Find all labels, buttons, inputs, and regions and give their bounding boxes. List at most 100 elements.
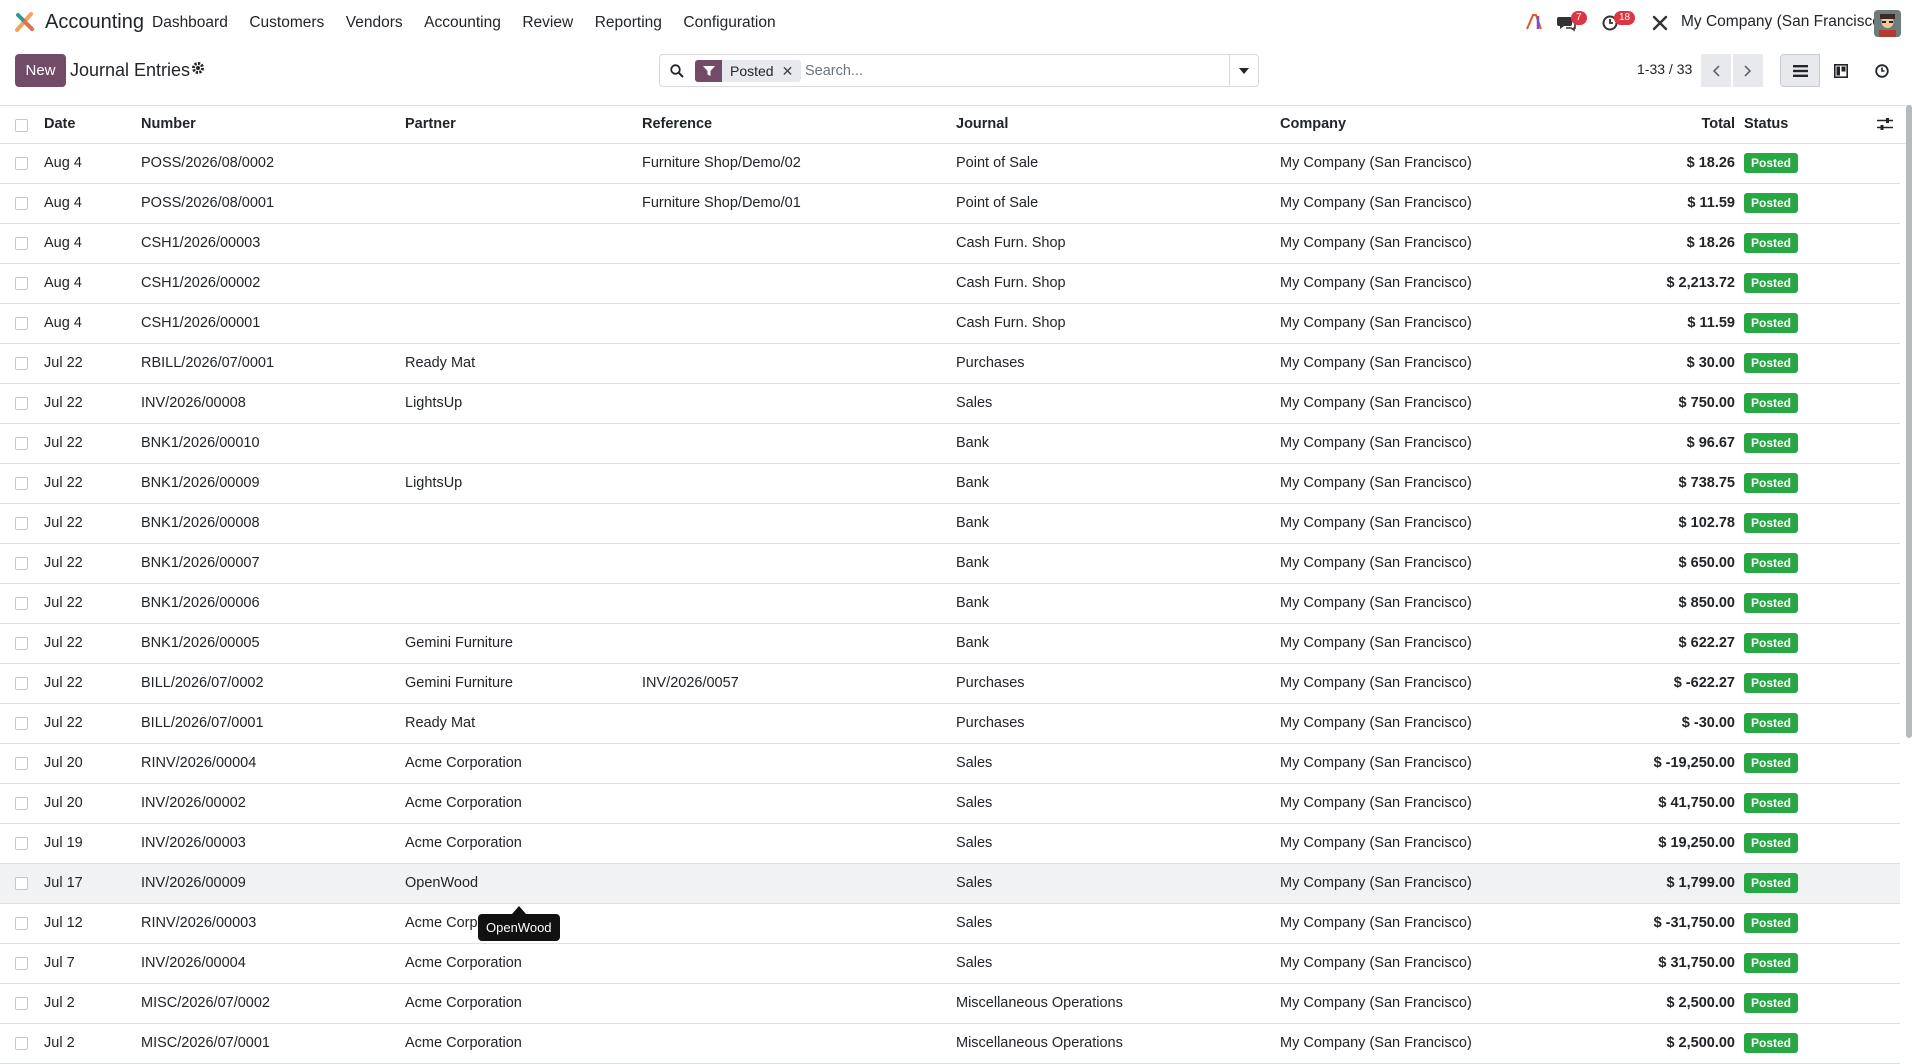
table-row[interactable]: Jul 12 RINV/2026/00003 Acme Corp Sales My Co… xyxy=(0,904,1900,944)
accounting-app-icon[interactable] xyxy=(14,11,36,33)
row-checkbox[interactable] xyxy=(15,797,28,810)
remove-facet-icon[interactable]: ✕ xyxy=(782,63,802,80)
menu-configuration[interactable]: Configuration xyxy=(683,14,775,32)
app-name[interactable]: Accounting xyxy=(45,11,144,34)
select-all-checkbox[interactable] xyxy=(15,119,28,132)
status-badge: Posted xyxy=(1744,873,1799,893)
table-row[interactable]: Jul 22 INV/2026/00008 LightsUp Sales My Comp… xyxy=(0,384,1900,424)
table-row[interactable]: Aug 4 POSS/2026/08/0002 Furniture Shop/Dem… xyxy=(0,144,1900,184)
row-checkbox[interactable] xyxy=(15,357,28,370)
column-journal[interactable]: Journal xyxy=(956,116,1008,132)
menu-dashboard[interactable]: Dashboard xyxy=(152,14,228,32)
menu-vendors[interactable]: Vendors xyxy=(346,14,403,32)
menu-customers[interactable]: Customers xyxy=(249,14,324,32)
table-row[interactable]: Jul 22 RBILL/2026/07/0001 Ready Mat Purchas… xyxy=(0,344,1900,384)
row-checkbox[interactable] xyxy=(15,277,28,290)
column-company[interactable]: Company xyxy=(1280,116,1346,132)
row-checkbox[interactable] xyxy=(15,317,28,330)
optional-columns-icon[interactable] xyxy=(1877,117,1893,131)
row-checkbox[interactable] xyxy=(15,517,28,530)
table-row[interactable]: Jul 19 INV/2026/00003 Acme Corporation Sale… xyxy=(0,824,1900,864)
row-checkbox[interactable] xyxy=(15,717,28,730)
status-badge: Posted xyxy=(1744,793,1799,813)
row-checkbox[interactable] xyxy=(15,957,28,970)
row-checkbox[interactable] xyxy=(15,757,28,770)
status-badge: Posted xyxy=(1744,393,1799,413)
ai-icon[interactable] xyxy=(1526,14,1544,30)
search-input[interactable] xyxy=(805,61,1225,81)
cell-total: $ 30.00 xyxy=(1686,355,1735,371)
column-status[interactable]: Status xyxy=(1744,116,1788,132)
row-checkbox[interactable] xyxy=(15,837,28,850)
table-row[interactable]: Jul 22 BILL/2026/07/0002 Gemini Furniture I… xyxy=(0,664,1900,704)
status-badge: Posted xyxy=(1744,553,1799,573)
filter-facet[interactable]: Posted ✕ xyxy=(695,60,802,82)
activity-view-button[interactable] xyxy=(1862,54,1902,87)
column-reference[interactable]: Reference xyxy=(642,116,712,132)
status-badge: Posted xyxy=(1744,433,1799,453)
table-row[interactable]: Jul 20 INV/2026/00002 Acme Corporation Sale… xyxy=(0,784,1900,824)
table-row[interactable]: Jul 22 BNK1/2026/00009 LightsUp Bank My Comp… xyxy=(0,464,1900,504)
row-checkbox[interactable] xyxy=(15,157,28,170)
cell-partner: Gemini Furniture xyxy=(405,635,513,651)
menu-accounting[interactable]: Accounting xyxy=(424,14,501,32)
column-date[interactable]: Date xyxy=(44,116,75,132)
row-checkbox[interactable] xyxy=(15,637,28,650)
table-row[interactable]: Jul 2 MISC/2026/07/0002 Acme Corporation Mi… xyxy=(0,984,1900,1024)
table-row[interactable]: Aug 4 CSH1/2026/00003 Cash Furn. Shop My Co… xyxy=(0,224,1900,264)
table-row[interactable]: Jul 22 BNK1/2026/00007 Bank My Company (San… xyxy=(0,544,1900,584)
cell-number: POSS/2026/08/0002 xyxy=(141,155,275,171)
table-row[interactable]: Jul 22 BNK1/2026/00008 Bank My Company (San… xyxy=(0,504,1900,544)
row-checkbox[interactable] xyxy=(15,557,28,570)
list-view-button[interactable] xyxy=(1780,54,1820,87)
table-row[interactable]: Jul 20 RINV/2026/00004 Acme Corporation Sal… xyxy=(0,744,1900,784)
row-checkbox[interactable] xyxy=(15,397,28,410)
table-row[interactable]: Jul 7 INV/2026/00004 Acme Corporation Sales… xyxy=(0,944,1900,984)
table-row[interactable]: Jul 22 BILL/2026/07/0001 Ready Mat Purchase… xyxy=(0,704,1900,744)
scrollbar[interactable] xyxy=(1906,105,1912,738)
cell-date: Aug 4 xyxy=(44,195,82,211)
new-button[interactable]: New xyxy=(15,54,66,87)
row-checkbox[interactable] xyxy=(15,597,28,610)
menu-reporting[interactable]: Reporting xyxy=(595,14,662,32)
table-row[interactable]: Jul 22 BNK1/2026/00006 Bank My Company (San… xyxy=(0,584,1900,624)
company-switcher[interactable]: My Company (San Francisco) xyxy=(1681,13,1886,31)
table-row[interactable]: Jul 22 BNK1/2026/00005 Gemini Furniture Ban… xyxy=(0,624,1900,664)
status-badge: Posted xyxy=(1744,833,1799,853)
gear-icon[interactable] xyxy=(191,61,205,75)
cell-date: Jul 20 xyxy=(44,795,83,811)
table-row[interactable]: Aug 4 CSH1/2026/00001 Cash Furn. Shop My Co… xyxy=(0,304,1900,344)
tools-icon[interactable] xyxy=(1652,15,1668,31)
column-partner[interactable]: Partner xyxy=(405,116,456,132)
row-checkbox[interactable] xyxy=(15,197,28,210)
search-options-toggle[interactable] xyxy=(1229,55,1258,86)
cell-date: Aug 4 xyxy=(44,315,82,331)
table-row[interactable]: Aug 4 POSS/2026/08/0001 Furniture Shop/Dem… xyxy=(0,184,1900,224)
row-checkbox[interactable] xyxy=(15,477,28,490)
pager-previous-button[interactable] xyxy=(1701,54,1731,87)
row-checkbox[interactable] xyxy=(15,1037,28,1050)
cell-total: $ 2,500.00 xyxy=(1666,1035,1735,1051)
cell-number: BNK1/2026/00010 xyxy=(141,435,260,451)
cell-journal: Cash Furn. Shop xyxy=(956,235,1066,251)
table-row[interactable]: Jul 2 MISC/2026/07/0001 Acme Corporation Mi… xyxy=(0,1024,1900,1064)
table-row[interactable]: Jul 22 BNK1/2026/00010 Bank My Company (San… xyxy=(0,424,1900,464)
pager-value[interactable]: 1-33 / 33 xyxy=(1637,61,1692,77)
column-total[interactable]: Total xyxy=(1580,116,1735,132)
menu-review[interactable]: Review xyxy=(522,14,573,32)
table-row[interactable]: Jul 17 INV/2026/00009 OpenWood Sales My Comp… xyxy=(0,864,1900,904)
pager-next-button[interactable] xyxy=(1733,54,1763,87)
row-checkbox[interactable] xyxy=(15,997,28,1010)
column-number[interactable]: Number xyxy=(141,116,196,132)
table-row[interactable]: Aug 4 CSH1/2026/00002 Cash Furn. Shop My Co… xyxy=(0,264,1900,304)
cell-partner: Acme Corporation xyxy=(405,795,522,811)
list-icon xyxy=(1792,64,1808,77)
row-checkbox[interactable] xyxy=(15,237,28,250)
row-checkbox[interactable] xyxy=(15,877,28,890)
kanban-view-button[interactable] xyxy=(1821,54,1861,87)
row-checkbox[interactable] xyxy=(15,677,28,690)
row-checkbox[interactable] xyxy=(15,917,28,930)
user-avatar[interactable] xyxy=(1874,10,1901,37)
cell-total: $ 850.00 xyxy=(1678,595,1735,611)
row-checkbox[interactable] xyxy=(15,437,28,450)
